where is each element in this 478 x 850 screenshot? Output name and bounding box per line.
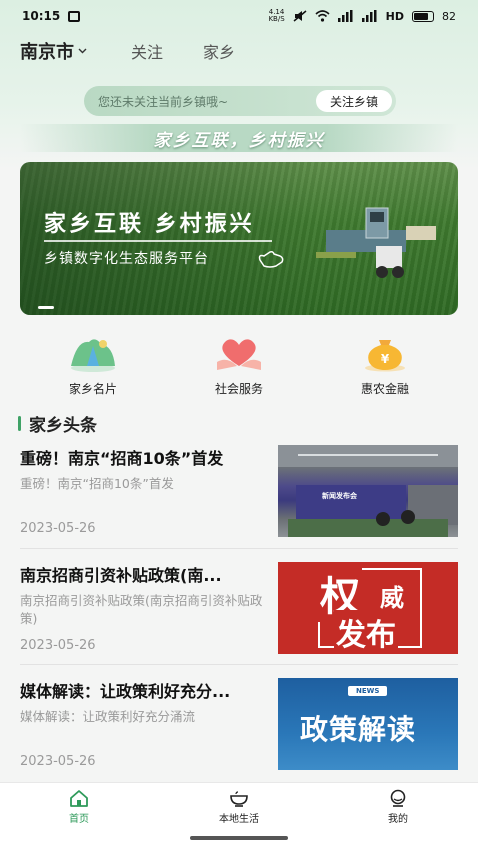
service-label: 惠农金融 xyxy=(360,382,409,396)
news-text: 媒体解读：让政策利好充分... 媒体解读：让政策利好充分涌流 2023-05-2… xyxy=(20,678,268,778)
thumb-text: 政策解读 xyxy=(300,713,417,746)
hd-label: HD xyxy=(385,9,404,23)
nav-label: 首页 xyxy=(69,814,89,825)
notice-text: 您还未关注当前乡镇哦~ xyxy=(98,94,229,109)
nav-local-life[interactable]: 本地生活 xyxy=(199,789,279,825)
service-grid: 家乡名片 社会服务 ¥ 惠农金融 xyxy=(0,332,478,400)
news-date: 2023-05-26 xyxy=(20,521,96,536)
battery-level: 82 xyxy=(442,9,456,23)
section-accent-bar xyxy=(18,415,21,431)
service-hometown-card[interactable]: 家乡名片 xyxy=(38,332,148,397)
section-header: 家乡头条 xyxy=(18,412,97,436)
carousel-indicator xyxy=(38,306,54,309)
nav-label: 我的 xyxy=(388,814,408,825)
heart-hands-icon xyxy=(217,339,261,370)
network-speed: 4.14 KB/S xyxy=(268,9,284,23)
slogan-text: 家乡互联，乡村振兴 xyxy=(153,130,325,151)
notification-icon xyxy=(68,10,81,22)
news-text: 南京招商引资补贴政策(南... 南京招商引资补贴政策(南京招商引资补贴政策) 2… xyxy=(20,562,268,662)
city-name: 南京市 xyxy=(20,42,74,63)
service-label: 家乡名片 xyxy=(68,382,117,396)
mountain-card-icon xyxy=(71,339,115,372)
follow-town-button[interactable]: 关注乡镇 xyxy=(315,90,392,112)
svg-text:¥: ¥ xyxy=(381,352,390,366)
status-time: 10:15 xyxy=(22,9,61,23)
follow-notice: 您还未关注当前乡镇哦~ 关注乡镇 xyxy=(84,86,396,116)
section-title: 家乡头条 xyxy=(29,415,97,436)
top-nav: 南京市 关注 家乡 xyxy=(0,36,478,66)
thumb-badge: NEWS xyxy=(348,686,388,696)
slogan-band: 家乡互联，乡村振兴 xyxy=(20,124,458,152)
tap-hand-icon xyxy=(258,251,284,268)
news-title: 重磅！南京“招商10条”首发 xyxy=(20,449,224,468)
banner-subtitle: 乡镇数字化生态服务平台 xyxy=(44,251,209,267)
nav-home[interactable]: 首页 xyxy=(39,789,119,825)
money-bag-icon: ¥ xyxy=(365,340,405,372)
service-finance[interactable]: ¥ 惠农金融 xyxy=(330,332,440,397)
tab-follow[interactable]: 关注 xyxy=(131,39,163,63)
status-bar: 10:15 4.14 KB/S HD 82 xyxy=(0,0,478,32)
news-item[interactable]: 媒体解读：让政策利好充分... 媒体解读：让政策利好充分涌流 2023-05-2… xyxy=(20,678,458,784)
profile-icon xyxy=(390,789,406,807)
news-item[interactable]: 南京招商引资补贴政策(南... 南京招商引资补贴政策(南京招商引资补贴政策) 2… xyxy=(20,562,458,668)
signal-icon-1 xyxy=(337,10,353,22)
service-social[interactable]: 社会服务 xyxy=(184,332,294,397)
news-text: 重磅！南京“招商10条”首发 重磅！南京“招商10条”首发 2023-05-26 xyxy=(20,445,268,545)
battery-icon xyxy=(412,10,434,22)
bowl-icon xyxy=(230,791,248,807)
news-date: 2023-05-26 xyxy=(20,638,96,653)
banner-title: 家乡互联 乡村振兴 xyxy=(44,212,255,237)
news-title: 媒体解读：让政策利好充分... xyxy=(20,682,231,701)
network-speed-unit: KB/S xyxy=(268,15,285,23)
news-desc: 媒体解读：让政策利好充分涌流 xyxy=(20,709,196,724)
news-title: 南京招商引资补贴政策(南... xyxy=(20,566,222,585)
news-date: 2023-05-26 xyxy=(20,754,96,769)
status-icons: 4.14 KB/S HD 82 xyxy=(268,9,456,23)
city-selector[interactable]: 南京市 xyxy=(20,38,87,64)
banner-divider xyxy=(44,240,272,242)
news-desc: 南京招商引资补贴政策(南京招商引资补贴政策) xyxy=(20,593,263,626)
tab-hometown[interactable]: 家乡 xyxy=(203,39,235,63)
chevron-down-icon xyxy=(78,46,87,57)
news-desc: 重磅！南京“招商10条”首发 xyxy=(20,476,174,491)
signal-icon-2 xyxy=(361,10,377,22)
nav-label: 本地生活 xyxy=(219,814,259,825)
thumb-text-2: 威 xyxy=(380,584,404,612)
nav-profile[interactable]: 我的 xyxy=(358,789,438,825)
harvester-illustration xyxy=(316,207,436,278)
mute-icon xyxy=(293,10,307,22)
banner-overlay xyxy=(20,162,320,315)
promo-banner[interactable]: 家乡互联 乡村振兴 乡镇数字化生态服务平台 xyxy=(20,162,458,315)
news-divider xyxy=(20,664,458,665)
home-indicator[interactable] xyxy=(190,836,288,840)
news-thumbnail: NEWS 政策解读 xyxy=(278,678,458,770)
thumb-text-3: 发布 xyxy=(334,610,398,654)
service-label: 社会服务 xyxy=(214,382,263,396)
news-thumbnail: 新闻发布会 xyxy=(278,445,458,537)
news-divider xyxy=(20,548,458,549)
news-item[interactable]: 重磅！南京“招商10条”首发 重磅！南京“招商10条”首发 2023-05-26… xyxy=(20,445,458,551)
wifi-icon xyxy=(315,10,330,22)
press-conference-image xyxy=(278,445,458,537)
home-icon xyxy=(70,790,88,807)
news-thumbnail: 权 威 发布 xyxy=(278,562,458,654)
thumb-caption: 新闻发布会 xyxy=(322,492,357,500)
